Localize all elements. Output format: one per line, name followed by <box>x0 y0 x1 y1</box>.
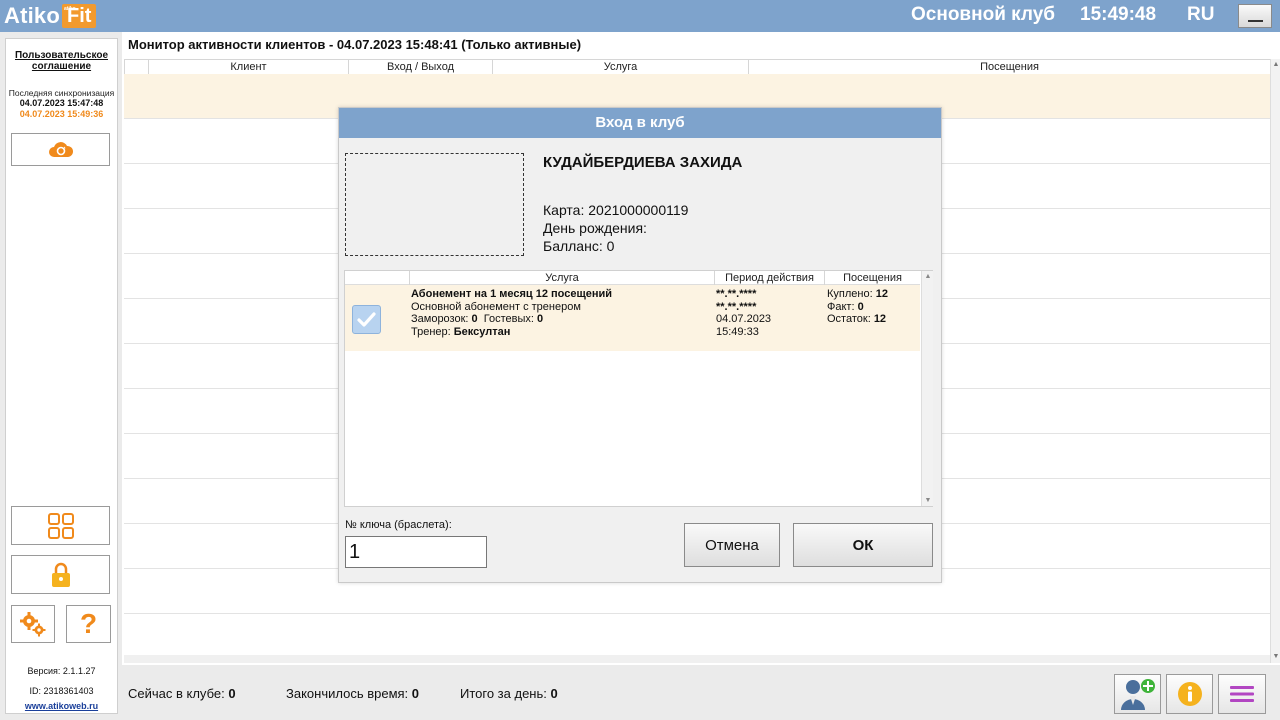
sync-cloud-button[interactable] <box>11 133 110 166</box>
hamburger-menu-icon <box>1230 686 1254 702</box>
language-selector[interactable]: RU <box>1187 4 1214 26</box>
page-title: Монитор активности клиентов - 04.07.2023… <box>128 37 582 52</box>
service-period: **.**.**** **.**.**** 04.07.2023 15:49:3… <box>716 288 772 338</box>
scroll-down-arrow-icon[interactable]: ▼ <box>1272 653 1280 661</box>
scroll-up-arrow-icon[interactable]: ▲ <box>1272 61 1280 69</box>
service-checkbox[interactable] <box>352 305 381 334</box>
minimize-icon <box>1248 20 1263 22</box>
services-table-header: Услуга Период действия Посещения <box>345 271 920 285</box>
cloud-sync-icon <box>48 141 73 157</box>
client-photo-placeholder[interactable] <box>345 153 524 256</box>
dashboard-button[interactable] <box>11 506 110 545</box>
logo-text: Atiko <box>4 3 60 28</box>
add-user-icon <box>1120 679 1155 710</box>
user-agreement-link[interactable]: Пользовательское соглашение <box>6 50 117 72</box>
service-row[interactable]: Абонемент на 1 месяц 12 посещений Основн… <box>345 285 920 351</box>
website-link[interactable]: www.atikoweb.ru <box>6 701 117 711</box>
column-header-visits[interactable]: Посещения <box>824 271 920 285</box>
club-name[interactable]: Основной клуб <box>911 4 1055 26</box>
logo-badge: atiko Fit <box>62 4 97 28</box>
grid-icon <box>47 512 74 539</box>
top-bar: Atiko atiko Fit Основной клуб 15:49:48 RU <box>0 0 1280 32</box>
sync-time-last: 04.07.2023 15:47:48 <box>19 98 104 108</box>
column-header-check <box>345 271 409 285</box>
sync-label: Последняя синхронизация <box>8 88 115 98</box>
scroll-up-arrow-icon[interactable]: ▲ <box>924 273 932 280</box>
app-version: Версия: 2.1.1.27 <box>27 666 96 676</box>
stat-time-over-value: 0 <box>411 686 420 701</box>
sync-time-current: 04.07.2023 15:49:36 <box>19 109 104 119</box>
service-trainer: Тренер: Бексултан <box>411 325 511 338</box>
column-header-entry-exit[interactable]: Вход / Выход <box>348 60 492 74</box>
horizontal-scrollbar[interactable] <box>124 655 1270 663</box>
service-freeze-guest: Заморозок: 0 Гостевых: 0 <box>411 313 544 325</box>
services-scrollbar[interactable]: ▲ ▼ <box>921 271 933 506</box>
table-row[interactable] <box>124 614 1270 659</box>
sidebar: Пользовательское соглашение Последняя си… <box>0 32 122 720</box>
question-mark-icon: ? <box>79 608 98 639</box>
checkmark-icon <box>357 312 376 327</box>
table-header: Клиент Вход / Выход Услуга Посещения <box>124 60 1270 74</box>
service-name: Абонемент на 1 месяц 12 посещений <box>411 288 613 300</box>
stat-time-over: Закончилось время: 0 <box>286 686 420 701</box>
gears-icon <box>20 612 46 637</box>
add-client-button[interactable] <box>1114 674 1161 714</box>
help-button[interactable]: ? <box>66 605 111 643</box>
info-button[interactable] <box>1166 674 1213 714</box>
service-visits: Куплено: 12 Факт: 0 Остаток: 12 <box>827 288 888 325</box>
lock-button[interactable] <box>11 555 110 594</box>
info-icon <box>1177 682 1202 706</box>
client-card: Карта: 2021000000119 <box>543 202 689 218</box>
menu-button[interactable] <box>1218 674 1266 714</box>
column-header-marker <box>124 60 148 74</box>
cancel-button[interactable]: Отмена <box>684 523 780 567</box>
club-entry-dialog: Вход в клуб КУДАЙБЕРДИЕВА ЗАХИДА Карта: … <box>338 107 942 583</box>
app-logo: Atiko atiko Fit <box>4 3 97 29</box>
column-header-visits[interactable]: Посещения <box>748 60 1270 74</box>
client-balance: Балланс: 0 <box>543 238 615 254</box>
column-header-service[interactable]: Услуга <box>492 60 748 74</box>
table-scrollbar[interactable]: ▲ ▼ <box>1270 59 1280 663</box>
client-name: КУДАЙБЕРДИЕВА ЗАХИДА <box>543 154 743 171</box>
service-subtitle: Основной абонемент с тренером <box>411 300 581 313</box>
stat-day-total: Итого за день: 0 <box>460 686 558 701</box>
clock: 15:49:48 <box>1080 4 1157 25</box>
stat-in-club: Сейчас в клубе: 0 <box>128 686 236 701</box>
column-header-client[interactable]: Клиент <box>148 60 348 74</box>
scroll-down-arrow-icon[interactable]: ▼ <box>924 497 932 504</box>
key-number-input[interactable] <box>345 536 487 568</box>
stat-in-club-value: 0 <box>228 686 236 701</box>
dialog-title: Вход в клуб <box>339 108 941 138</box>
ok-button[interactable]: ОК <box>793 523 933 567</box>
client-birthday: День рождения: <box>543 220 647 236</box>
client-id: ID: 2318361403 <box>29 686 94 696</box>
services-table: Услуга Период действия Посещения Абонеме… <box>344 270 933 507</box>
settings-button[interactable] <box>11 605 55 643</box>
sidebar-panel: Пользовательское соглашение Последняя си… <box>5 38 118 714</box>
minimize-button[interactable] <box>1238 4 1272 28</box>
column-header-service[interactable]: Услуга <box>409 271 714 285</box>
stat-day-total-value: 0 <box>550 686 558 701</box>
key-number-label: № ключа (браслета): <box>345 519 452 531</box>
column-header-period[interactable]: Период действия <box>714 271 824 285</box>
lock-icon <box>51 562 70 587</box>
